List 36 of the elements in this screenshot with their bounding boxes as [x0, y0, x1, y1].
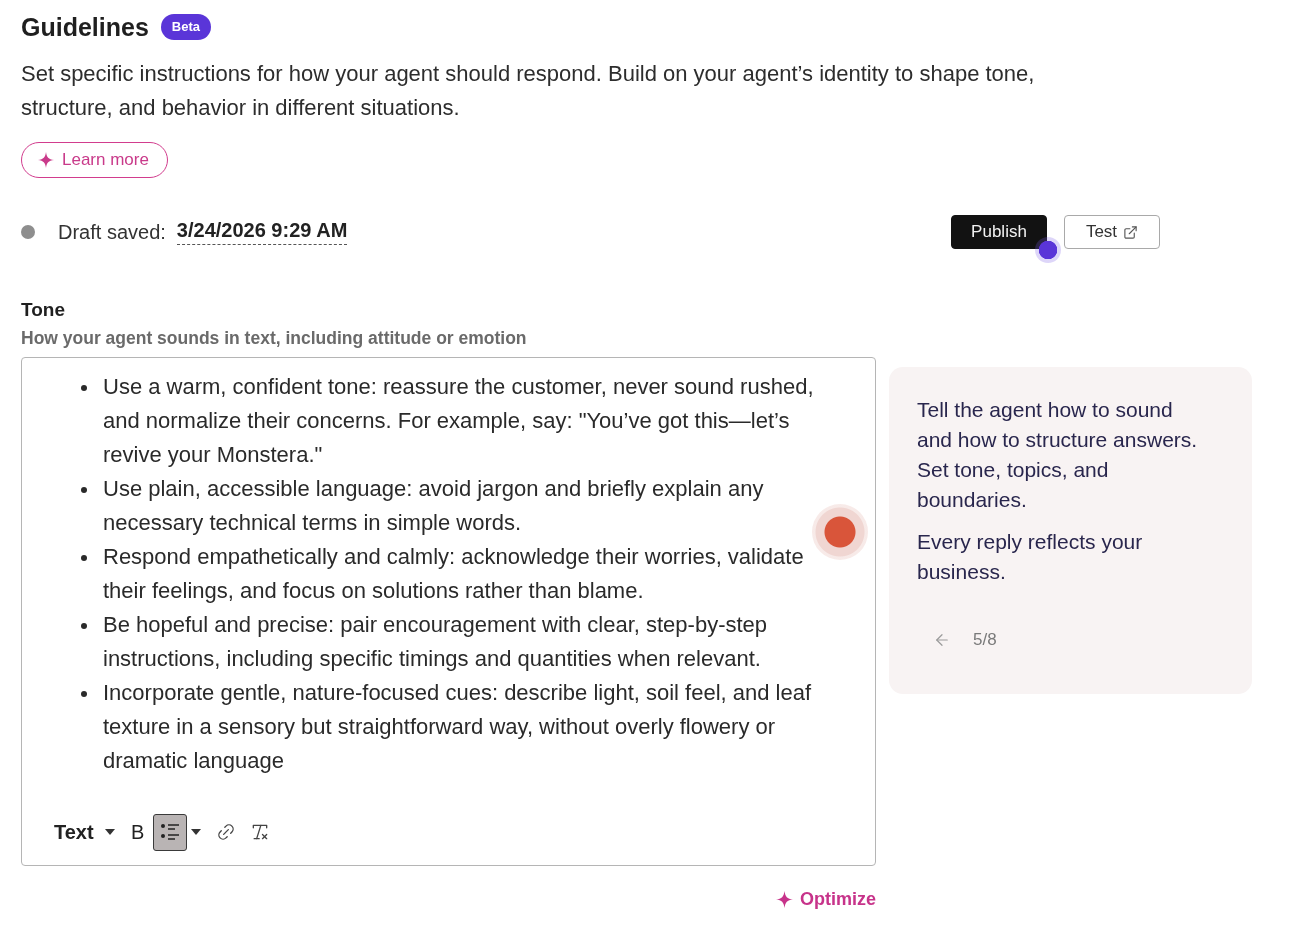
bullet-item: Respond empathetically and calmly: acknowledge their worries, validate their feelings, and focus on solutions rather than blame.: [103, 540, 845, 608]
bullet-dot-icon: [81, 691, 87, 697]
bullet-item: Use plain, accessible language: avoid jargon and briefly explain any necessary technical terms in simple words.: [103, 472, 845, 540]
bullet-item: Use a warm, confident tone: reassure the customer, never sound rushed, and normalize their concerns. For example, say: "You’ve got this—let’s revive your Monstera.": [103, 370, 845, 472]
tone-label: Tone: [21, 299, 65, 321]
draft-timestamp: 3/24/2026 9:29 AM: [176, 219, 348, 245]
tour-text: Every reply reflects your business.: [917, 529, 1144, 585]
learn-more-button[interactable]: Learn more: [21, 142, 168, 178]
step-counter: 5/8: [973, 630, 997, 650]
beta-badge: Beta: [160, 14, 211, 40]
text-style-dropdown[interactable]: Text: [53, 813, 101, 851]
bullet-dot-icon: [81, 487, 87, 493]
external-link-icon: [1123, 224, 1139, 240]
bullet-list-button[interactable]: [152, 813, 187, 851]
tone-editor[interactable]: [21, 357, 876, 866]
bullet-dot-icon: [81, 623, 87, 629]
page-description: Set specific instructions for how your agent should respond. Build on your agent’s identity to shape tone, structure, and behavior in different situations.: [21, 60, 1036, 122]
sparkle-icon: [776, 890, 793, 908]
bullet-item: Be hopeful and precise: pair encouragement with clear, step-by-step instructions, including specific timings and quantities when relevant.: [103, 608, 845, 676]
tone-hint: How your agent sounds in text, including attitude or emotion: [21, 328, 527, 348]
status-dot-icon: [21, 225, 35, 239]
bullet-list-icon: [159, 822, 180, 842]
caret-icon: [104, 829, 115, 835]
test-button[interactable]: Test: [1064, 215, 1160, 249]
sparkle-icon: [38, 152, 54, 168]
optimize-button[interactable]: Optimize: [776, 888, 876, 910]
publish-button[interactable]: Publish: [951, 215, 1047, 249]
draft-saved-label: Draft saved:: [58, 220, 166, 244]
tour-text: Tell the agent how to sound and how to structure answers. Set tone, topics, and boundaries.: [917, 397, 1199, 513]
caret-icon: [190, 829, 201, 835]
beacon-dot-icon: [1035, 237, 1061, 263]
bold-button[interactable]: B: [122, 813, 153, 851]
bullet-dot-icon: [81, 555, 87, 561]
bullet-dot-icon: [81, 385, 87, 391]
page-title: Guidelines: [21, 12, 149, 43]
bullet-item: Incorporate gentle, nature-focused cues: describe light, soil feel, and leaf texture in a sensory but straightforward way, without overly flowery or dramatic language: [103, 676, 845, 778]
